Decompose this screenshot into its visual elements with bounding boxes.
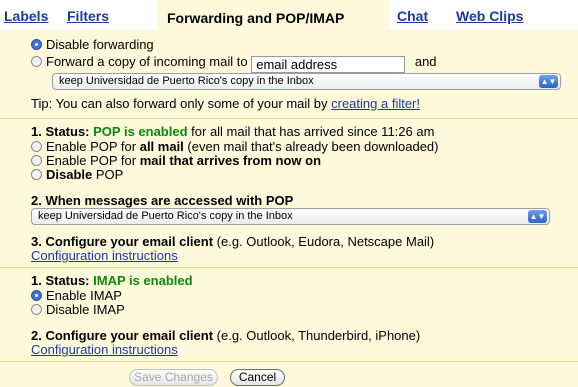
imap-status-label: 1. Status: xyxy=(31,273,94,288)
pop-when-text: 2. When messages are accessed with POP xyxy=(31,193,294,208)
pop-when-select[interactable]: keep Universidad de Puerto Rico's copy i… xyxy=(31,208,550,225)
pop-opt1-pre: Enable POP for xyxy=(46,139,140,154)
pop-status: 1. Status: POP is enabled for all mail t… xyxy=(31,124,434,139)
pop-when-label: 2. When messages are accessed with POP xyxy=(31,193,293,208)
imap-config-bold: 2. Configure your email client xyxy=(31,328,214,343)
pop-enable-all-option[interactable]: Enable POP for all mail (even mail that'… xyxy=(31,139,439,154)
pop-opt2-bold: mail that arrives from now on xyxy=(139,153,322,168)
disable-forwarding-option[interactable]: Disable forwarding xyxy=(31,37,154,52)
tab-chat[interactable]: Chat xyxy=(397,8,428,24)
updown-arrows-icon: ▲▼ xyxy=(539,75,558,88)
forward-tip: Tip: You can also forward only some of y… xyxy=(31,96,420,111)
tab-labels[interactable]: Labels xyxy=(4,8,48,24)
pop-status-value: POP is enabled xyxy=(93,124,188,139)
tab-forwarding-pop-imap[interactable]: Forwarding and POP/IMAP xyxy=(157,0,389,31)
disable-forwarding-label: Disable forwarding xyxy=(46,37,154,52)
settings-panel: Disable forwarding Forward a copy of inc… xyxy=(0,30,578,387)
pop-config-link-row: Configuration instructions xyxy=(31,248,178,263)
imap-config-rest: (e.g. Outlook, Thunderbird, iPhone) xyxy=(213,328,421,343)
forward-copy-option[interactable]: Forward a copy of incoming mail to email… xyxy=(31,54,437,73)
pop-opt2-pre: Enable POP for xyxy=(46,153,140,168)
imap-enable-label: Enable IMAP xyxy=(46,288,122,303)
radio-icon[interactable] xyxy=(31,155,42,166)
section-divider xyxy=(0,361,578,362)
radio-icon[interactable] xyxy=(31,39,42,50)
create-filter-link[interactable]: creating a filter! xyxy=(331,96,420,111)
forward-copy-select[interactable]: keep Universidad de Puerto Rico's copy i… xyxy=(52,73,561,90)
pop-enable-new-option[interactable]: Enable POP for mail that arrives from no… xyxy=(31,153,321,168)
radio-icon[interactable] xyxy=(31,304,42,315)
radio-icon[interactable] xyxy=(31,141,42,152)
imap-config: 2. Configure your email client (e.g. Out… xyxy=(31,328,420,343)
settings-tabs: Labels Filters Forwarding and POP/IMAP C… xyxy=(0,0,578,31)
pop-status-label: 1. Status: xyxy=(31,124,94,139)
radio-icon[interactable] xyxy=(31,56,42,67)
pop-config-bold: 3. Configure your email client xyxy=(31,234,214,249)
imap-disable-option[interactable]: Disable IMAP xyxy=(31,302,125,317)
and-label: and xyxy=(414,54,437,69)
radio-icon[interactable] xyxy=(31,169,42,180)
imap-configuration-instructions-link[interactable]: Configuration instructions xyxy=(31,342,178,357)
cancel-button[interactable]: Cancel xyxy=(230,369,285,386)
save-changes-button[interactable]: Save Changes xyxy=(129,369,218,386)
pop-when-select-value: keep Universidad de Puerto Rico's copy i… xyxy=(38,210,293,222)
pop-status-suffix: for all mail that has arrived since 11:2… xyxy=(187,124,435,139)
tab-web-clips[interactable]: Web Clips xyxy=(456,8,523,24)
imap-status: 1. Status: IMAP is enabled xyxy=(31,273,193,288)
forward-email-input[interactable]: email address xyxy=(251,56,406,73)
pop-opt3-post: POP xyxy=(92,167,124,182)
pop-opt1-bold: all mail xyxy=(139,139,184,154)
pop-opt1-post: (even mail that's already been downloade… xyxy=(183,139,439,154)
imap-status-value: IMAP is enabled xyxy=(93,273,193,288)
imap-config-link-row: Configuration instructions xyxy=(31,342,178,357)
imap-disable-label: Disable IMAP xyxy=(46,302,125,317)
pop-opt3-bold: Disable xyxy=(46,167,93,182)
updown-arrows-icon: ▲▼ xyxy=(528,210,547,223)
tip-text: Tip: You can also forward only some of y… xyxy=(31,96,332,111)
pop-configuration-instructions-link[interactable]: Configuration instructions xyxy=(31,248,178,263)
forward-copy-select-value: keep Universidad de Puerto Rico's copy i… xyxy=(59,75,314,87)
forward-copy-label: Forward a copy of incoming mail to xyxy=(46,54,248,69)
imap-enable-option[interactable]: Enable IMAP xyxy=(31,288,122,303)
radio-icon[interactable] xyxy=(31,290,42,301)
pop-config: 3. Configure your email client (e.g. Out… xyxy=(31,234,434,249)
section-divider xyxy=(0,267,578,268)
section-divider xyxy=(0,118,578,119)
pop-config-rest: (e.g. Outlook, Eudora, Netscape Mail) xyxy=(213,234,435,249)
tab-filters[interactable]: Filters xyxy=(67,8,109,24)
pop-disable-option[interactable]: Disable POP xyxy=(31,167,123,182)
